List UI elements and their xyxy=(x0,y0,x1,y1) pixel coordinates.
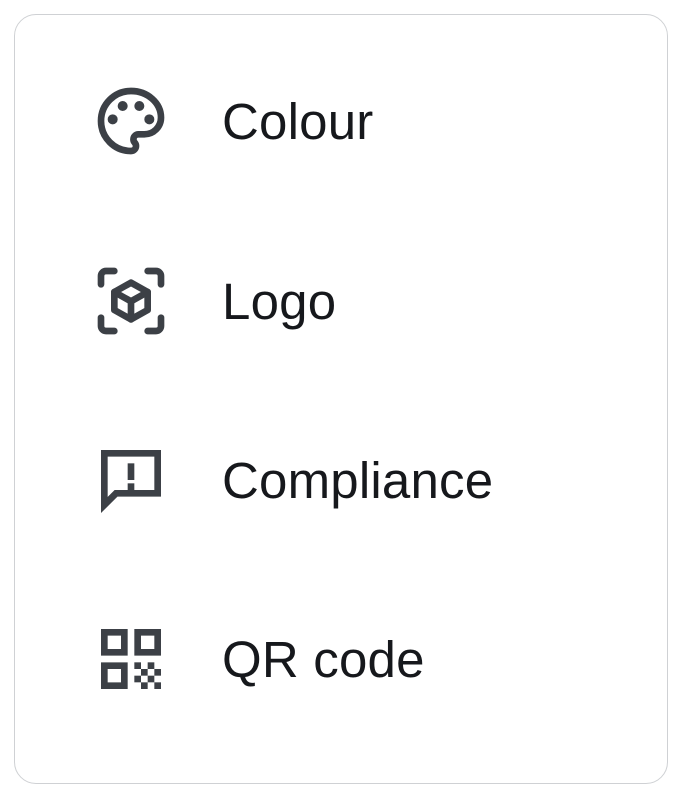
qr-code-icon xyxy=(91,619,171,699)
menu-item-colour[interactable]: Colour xyxy=(15,66,667,176)
feedback-alert-icon xyxy=(91,440,171,520)
menu-item-qr-code[interactable]: QR code xyxy=(15,604,667,714)
options-menu-card: Colour Logo Compliance QR code xyxy=(14,14,668,784)
menu-item-label: QR code xyxy=(222,630,425,688)
menu-item-label: Compliance xyxy=(222,451,494,509)
menu-item-label: Colour xyxy=(222,92,374,150)
cube-focus-icon xyxy=(91,261,171,341)
menu-item-label: Logo xyxy=(222,272,337,330)
menu-item-compliance[interactable]: Compliance xyxy=(15,425,667,535)
menu-item-logo[interactable]: Logo xyxy=(15,246,667,356)
palette-icon xyxy=(91,81,171,161)
